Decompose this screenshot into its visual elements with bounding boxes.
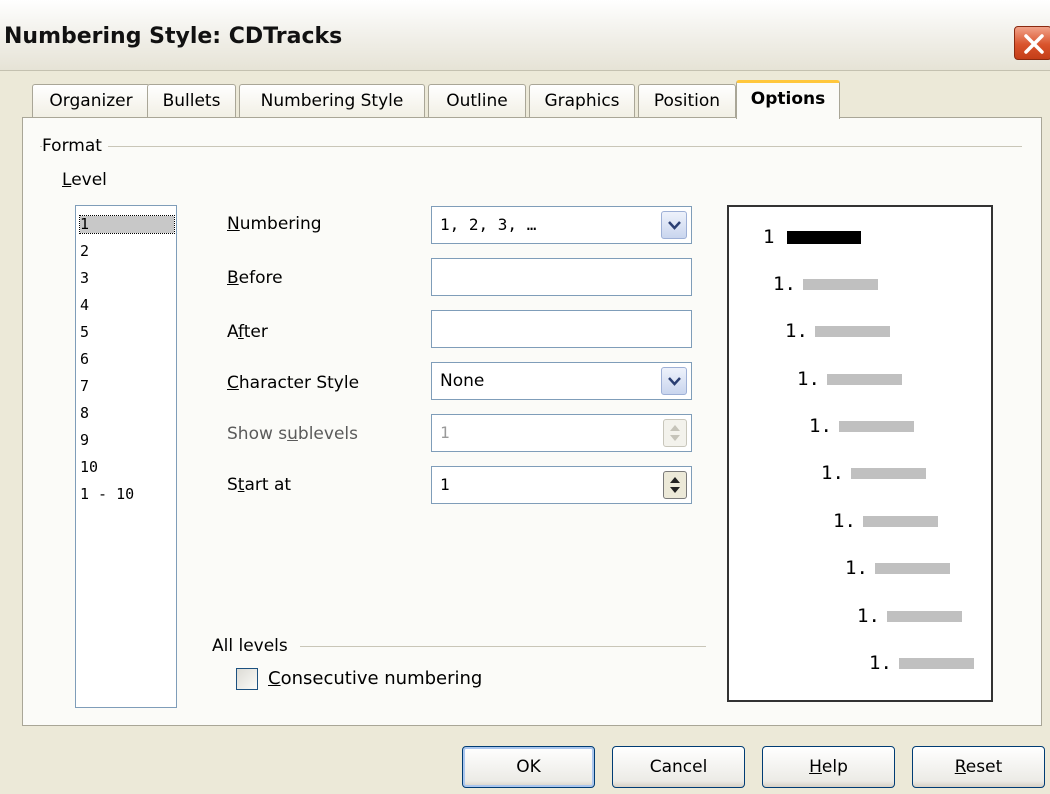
level-item[interactable]: 3: [80, 270, 174, 287]
tab-bullets[interactable]: Bullets: [147, 84, 236, 118]
preview-number: 1.: [809, 415, 832, 437]
spinner-buttons: [663, 419, 687, 447]
all-levels-divider: [300, 646, 706, 647]
dropdown-button[interactable]: [661, 367, 687, 395]
dropdown-button[interactable]: [661, 211, 687, 239]
preview-row: 1.: [797, 367, 917, 391]
numbering-preview: 1 1. 1. 1. 1. 1. 1. 1. 1. 1.: [727, 205, 993, 702]
cancel-button[interactable]: Cancel: [612, 746, 745, 788]
level-item[interactable]: 10: [80, 459, 174, 476]
close-icon: [1024, 34, 1044, 54]
tab-numbering-style[interactable]: Numbering Style: [239, 84, 425, 118]
preview-row: 1.: [773, 272, 893, 296]
preview-bar: [851, 468, 926, 479]
level-item[interactable]: 6: [80, 351, 174, 368]
chevron-down-icon: [668, 221, 681, 230]
help-button[interactable]: Help: [762, 746, 895, 788]
spinner-buttons[interactable]: [663, 471, 687, 499]
level-item[interactable]: 1 - 10: [80, 486, 174, 503]
spin-arrows-icon: [670, 477, 680, 493]
spin-arrows-icon: [670, 425, 680, 441]
after-label: After: [227, 322, 268, 342]
preview-bar: [839, 421, 914, 432]
before-label: Before: [227, 268, 283, 288]
preview-bar: [899, 658, 974, 669]
character-style-dropdown[interactable]: None: [431, 362, 692, 400]
consecutive-numbering-label[interactable]: Consecutive numbering: [268, 668, 482, 689]
preview-row: 1.: [869, 651, 989, 675]
numbering-label: Numbering: [227, 214, 322, 234]
preview-row: 1.: [809, 414, 929, 438]
preview-bar: [803, 279, 878, 290]
preview-bar: [875, 563, 950, 574]
numbering-dropdown[interactable]: 1, 2, 3, …: [431, 206, 692, 244]
title-bar: Numbering Style: CDTracks: [0, 0, 1050, 71]
consecutive-numbering-checkbox[interactable]: [236, 668, 258, 690]
ok-button[interactable]: OK: [462, 746, 595, 788]
format-divider: [40, 146, 1022, 147]
tab-outline[interactable]: Outline: [428, 84, 526, 118]
preview-number: 1.: [833, 510, 856, 532]
preview-bar: [787, 231, 861, 244]
preview-number: 1.: [773, 273, 796, 295]
format-group-label: Format: [42, 136, 108, 156]
preview-number: 1: [763, 226, 775, 248]
preview-row: 1.: [857, 604, 977, 628]
preview-bar: [827, 374, 902, 385]
preview-number: 1.: [869, 652, 892, 674]
preview-row: 1.: [845, 556, 965, 580]
before-input[interactable]: [431, 258, 692, 296]
tab-position[interactable]: Position: [638, 84, 736, 118]
level-item[interactable]: 1: [79, 215, 175, 234]
preview-row: 1.: [821, 461, 941, 485]
close-button[interactable]: [1014, 26, 1050, 60]
preview-number: 1.: [785, 320, 808, 342]
start-at-spinbox[interactable]: 1: [431, 466, 692, 504]
all-levels-group-label: All levels: [212, 636, 294, 656]
show-sublevels-label: Show sublevels: [227, 424, 358, 444]
level-listbox[interactable]: 1 2 3 4 5 6 7 8 9 10 1 - 10: [75, 205, 177, 708]
preview-row: 1.: [785, 319, 905, 343]
preview-number: 1.: [797, 368, 820, 390]
show-sublevels-spinbox: 1: [431, 414, 692, 452]
preview-bar: [863, 516, 938, 527]
character-style-value: None: [440, 371, 485, 391]
numbering-value: 1, 2, 3, …: [440, 215, 537, 234]
preview-bar: [887, 611, 962, 622]
character-style-label: Character Style: [227, 373, 360, 393]
preview-number: 1.: [845, 557, 868, 579]
level-item[interactable]: 5: [80, 324, 174, 341]
show-sublevels-value: 1: [440, 423, 450, 442]
tab-organizer[interactable]: Organizer: [32, 84, 150, 118]
reset-button[interactable]: Reset: [912, 746, 1045, 788]
chevron-down-icon: [668, 377, 681, 386]
preview-number: 1.: [821, 462, 844, 484]
level-item[interactable]: 7: [80, 378, 174, 395]
start-at-value: 1: [440, 475, 450, 494]
level-item[interactable]: 4: [80, 297, 174, 314]
start-at-label: Start at: [227, 475, 292, 495]
preview-row: 1: [763, 225, 873, 249]
level-item[interactable]: 8: [80, 405, 174, 422]
tab-graphics[interactable]: Graphics: [529, 84, 635, 118]
level-label: Level: [62, 170, 107, 190]
preview-bar: [815, 326, 890, 337]
preview-number: 1.: [857, 605, 880, 627]
level-item[interactable]: 2: [80, 243, 174, 260]
tab-options[interactable]: Options: [736, 80, 840, 119]
window-title: Numbering Style: CDTracks: [4, 24, 343, 49]
after-input[interactable]: [431, 310, 692, 348]
level-item[interactable]: 9: [80, 432, 174, 449]
preview-row: 1.: [833, 509, 953, 533]
